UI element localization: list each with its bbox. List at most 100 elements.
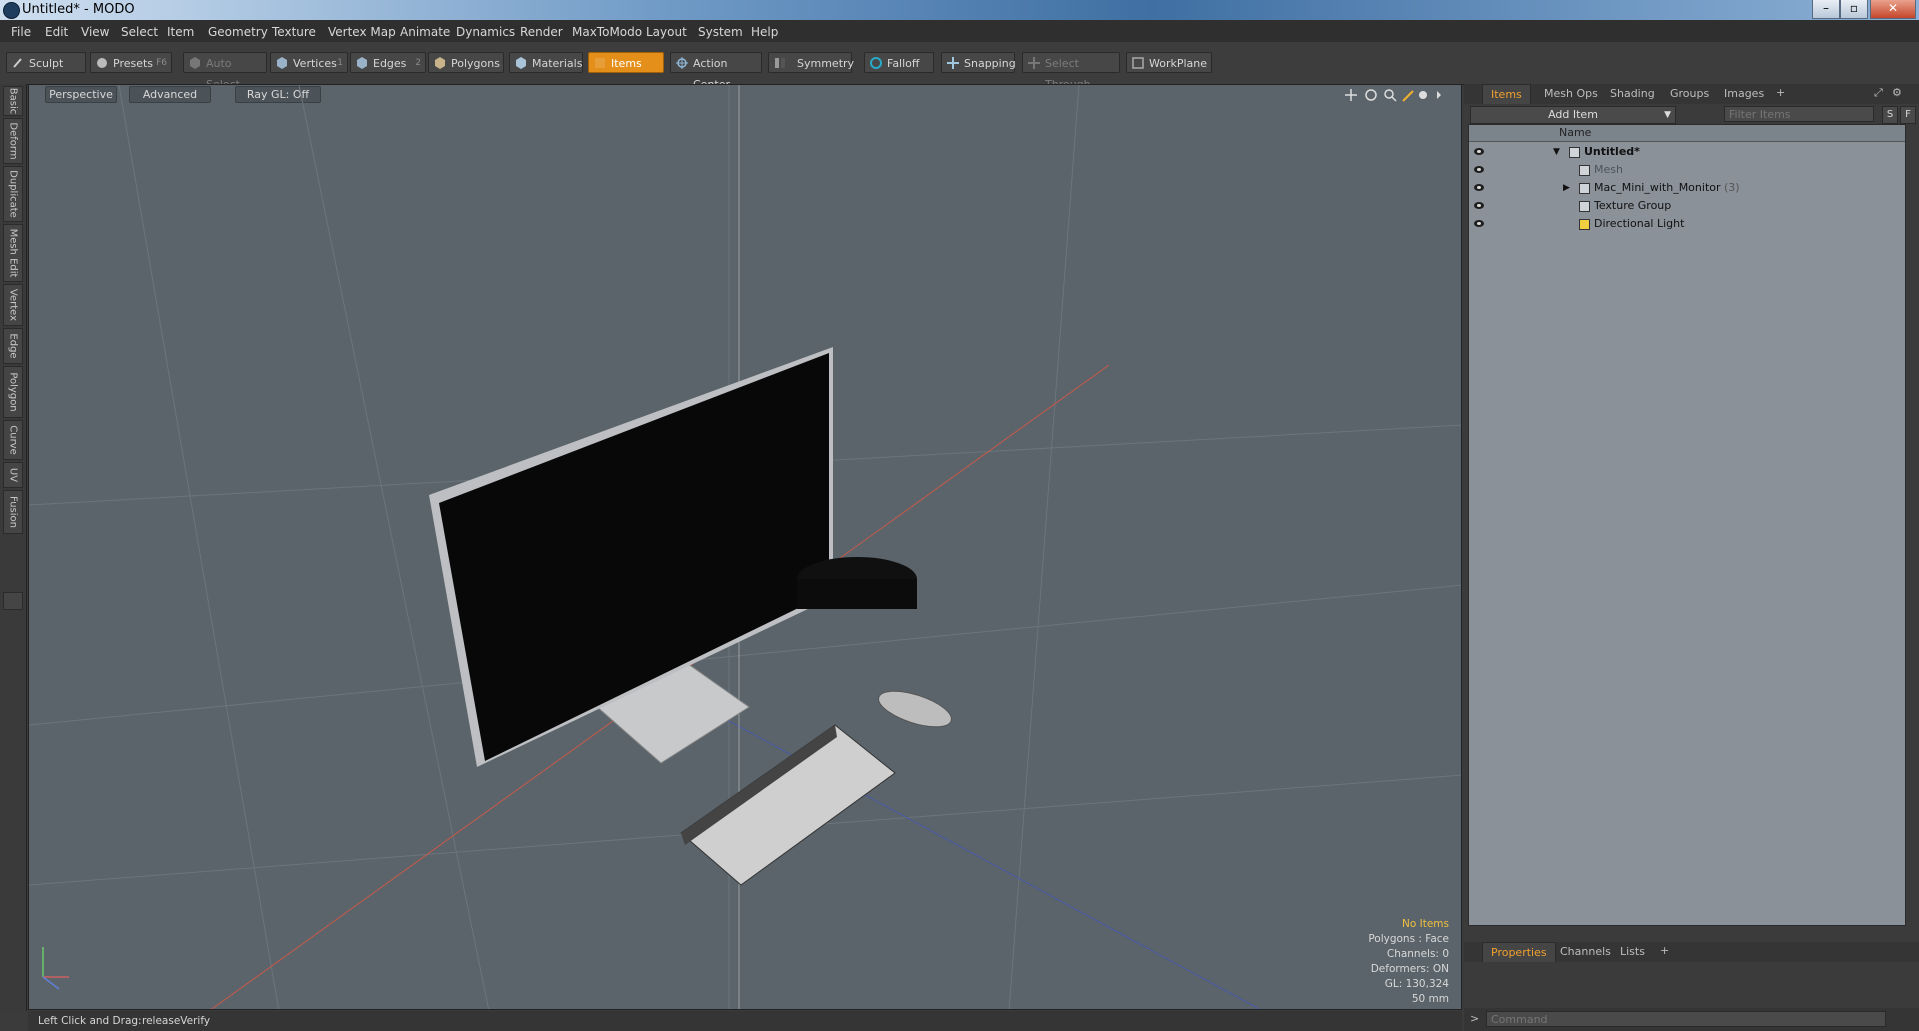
items-icon bbox=[595, 58, 605, 68]
menu-vertex-map[interactable]: Vertex Map bbox=[328, 25, 396, 39]
workplane-button[interactable]: WorkPlane bbox=[1126, 52, 1212, 73]
edges-icon bbox=[357, 57, 367, 69]
vertices-button[interactable]: Vertices 1 bbox=[270, 52, 348, 73]
add-tab-icon[interactable]: + bbox=[1660, 944, 1669, 957]
tab-mesh-ops[interactable]: Mesh Ops bbox=[1536, 84, 1606, 103]
expand-triangle-icon[interactable]: ▶ bbox=[1563, 179, 1570, 197]
panel-tabbar: Items Mesh Ops Shading Groups Images + ⤢… bbox=[1464, 84, 1919, 104]
panel-toggle-button[interactable] bbox=[3, 592, 23, 610]
tab-groups[interactable]: Groups bbox=[1662, 84, 1717, 103]
visibility-eye-icon[interactable] bbox=[1474, 220, 1484, 227]
edges-button[interactable]: Edges 2 bbox=[350, 52, 426, 73]
expand-icon[interactable]: ⤢ bbox=[1874, 86, 1883, 100]
symmetry-button[interactable]: Symmetry bbox=[768, 52, 854, 73]
tab-images[interactable]: Images bbox=[1716, 84, 1772, 103]
item-list-header: Name bbox=[1469, 125, 1905, 142]
polygons-button[interactable]: Polygons bbox=[428, 52, 504, 73]
visibility-eye-icon[interactable] bbox=[1474, 184, 1484, 191]
close-button[interactable]: ✕ bbox=[1870, 0, 1916, 19]
visibility-eye-icon[interactable] bbox=[1474, 166, 1484, 173]
status-hint: Left Click and Drag: bbox=[38, 1015, 142, 1027]
menu-layout[interactable]: Layout bbox=[646, 25, 687, 39]
scene-render bbox=[29, 85, 1461, 1009]
tab-uv[interactable]: UV bbox=[3, 462, 23, 488]
maximize-button[interactable]: ▫ bbox=[1840, 0, 1868, 19]
item-list[interactable]: Name ▼ Untitled* Mesh ▶ Mac_Mini_with_Mo… bbox=[1468, 124, 1906, 926]
menu-render[interactable]: Render bbox=[520, 25, 563, 39]
add-item-dropdown[interactable]: Add Item ▼ bbox=[1470, 106, 1676, 124]
auto-select-button[interactable]: Auto Select bbox=[183, 52, 267, 91]
tab-polygon[interactable]: Polygon bbox=[3, 366, 23, 418]
select-through-button[interactable]: Select Through bbox=[1022, 52, 1120, 91]
tab-vertex[interactable]: Vertex bbox=[3, 284, 23, 326]
brush-icon bbox=[13, 58, 22, 68]
items-button[interactable]: Items bbox=[588, 52, 664, 73]
symmetry-icon bbox=[775, 58, 785, 68]
list-item[interactable]: ▶ Mac_Mini_with_Monitor (3) bbox=[1469, 179, 1905, 197]
tab-basic[interactable]: Basic bbox=[3, 86, 23, 116]
mac-mini-body bbox=[797, 579, 917, 609]
materials-button[interactable]: Materials bbox=[509, 52, 583, 73]
snapping-button[interactable]: Snapping bbox=[941, 52, 1016, 73]
tab-lists[interactable]: Lists bbox=[1612, 942, 1653, 961]
stats-channels: Channels: 0 bbox=[1386, 948, 1449, 960]
list-item[interactable]: ▼ Untitled* bbox=[1469, 143, 1905, 161]
presets-icon bbox=[97, 58, 107, 68]
menu-dynamics[interactable]: Dynamics bbox=[456, 25, 515, 39]
presets-button[interactable]: Presets F6 bbox=[90, 52, 172, 73]
menu-texture[interactable]: Texture bbox=[272, 25, 316, 39]
menu-geometry[interactable]: Geometry bbox=[208, 25, 268, 39]
magnet-icon bbox=[947, 57, 959, 69]
filter-f-button[interactable]: F bbox=[1900, 106, 1916, 124]
menu-maxtomodo[interactable]: MaxToModo bbox=[572, 25, 642, 39]
auto-select-icon bbox=[190, 57, 200, 69]
tab-properties[interactable]: Properties bbox=[1482, 942, 1556, 962]
axis-gizmo bbox=[42, 947, 69, 990]
tab-mesh-edit[interactable]: Mesh Edit bbox=[3, 224, 23, 282]
menu-system[interactable]: System bbox=[698, 25, 743, 39]
tab-deform[interactable]: Deform bbox=[3, 118, 23, 164]
sculpt-button[interactable]: Sculpt bbox=[6, 52, 86, 73]
workplane-icon bbox=[1132, 57, 1144, 69]
falloff-button[interactable]: Falloff bbox=[864, 52, 934, 73]
menu-help[interactable]: Help bbox=[751, 25, 778, 39]
tab-shading[interactable]: Shading bbox=[1602, 84, 1663, 103]
chevron-down-icon: ▼ bbox=[1664, 110, 1671, 120]
menu-file[interactable]: File bbox=[11, 25, 31, 39]
menu-select[interactable]: Select bbox=[121, 25, 158, 39]
menu-item[interactable]: Item bbox=[167, 25, 194, 39]
list-item[interactable]: Mesh bbox=[1469, 161, 1905, 179]
visibility-eye-icon[interactable] bbox=[1474, 202, 1484, 209]
action-center-button[interactable]: Action Center bbox=[670, 52, 762, 91]
materials-icon bbox=[516, 57, 526, 69]
list-item[interactable]: Directional Light bbox=[1469, 215, 1905, 233]
keyboard bbox=[680, 724, 896, 886]
tab-channels[interactable]: Channels bbox=[1552, 942, 1619, 961]
gear-icon[interactable]: ⚙ bbox=[1892, 86, 1902, 99]
menu-animate[interactable]: Animate bbox=[400, 25, 450, 39]
vertices-icon bbox=[277, 57, 287, 69]
minimize-button[interactable]: – bbox=[1812, 0, 1840, 19]
tab-duplicate[interactable]: Duplicate bbox=[3, 166, 23, 222]
tab-items[interactable]: Items bbox=[1482, 84, 1531, 104]
tab-fusion[interactable]: Fusion bbox=[3, 490, 23, 534]
3d-viewport[interactable]: Perspective Advanced Ray GL: Off No Item… bbox=[28, 84, 1462, 1010]
menu-bar: File Edit View Select Item Geometry Text… bbox=[0, 20, 1919, 43]
light-icon bbox=[1579, 218, 1590, 230]
column-name: Name bbox=[1559, 126, 1592, 139]
tab-edge[interactable]: Edge bbox=[3, 328, 23, 364]
filter-items-input[interactable] bbox=[1724, 106, 1874, 122]
expand-triangle-icon[interactable]: ▼ bbox=[1553, 143, 1560, 161]
menu-edit[interactable]: Edit bbox=[45, 25, 68, 39]
filter-s-button[interactable]: S bbox=[1882, 106, 1898, 124]
menu-view[interactable]: View bbox=[81, 25, 109, 39]
status-value: releaseVerify bbox=[142, 1015, 211, 1027]
add-tab-icon[interactable]: + bbox=[1776, 86, 1785, 99]
list-item[interactable]: Texture Group bbox=[1469, 197, 1905, 215]
right-panel: Items Mesh Ops Shading Groups Images + ⤢… bbox=[1464, 84, 1919, 1031]
stats-scale: 50 mm bbox=[1411, 993, 1449, 1005]
command-input[interactable] bbox=[1486, 1011, 1886, 1027]
visibility-eye-icon[interactable] bbox=[1474, 148, 1484, 155]
tab-curve[interactable]: Curve bbox=[3, 420, 23, 460]
magic-mouse bbox=[878, 690, 952, 728]
